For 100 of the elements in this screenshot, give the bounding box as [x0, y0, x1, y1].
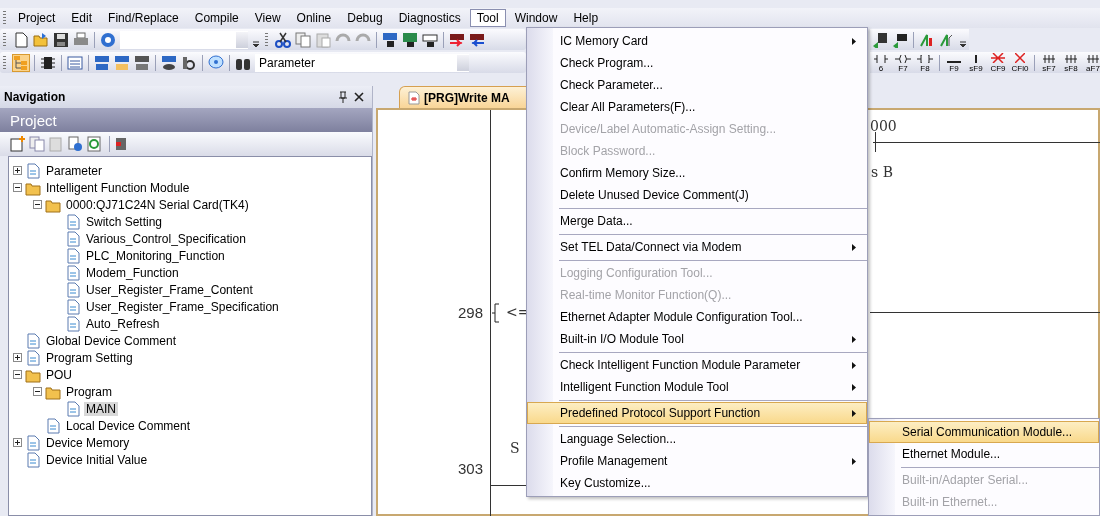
menu-item[interactable]: Debug — [340, 9, 390, 27]
menu-item[interactable]: Ethernet Module... — [869, 443, 1099, 465]
menu-item[interactable]: IC Memory Card — [527, 30, 867, 52]
tree-item[interactable]: Local Device Comment — [9, 417, 371, 434]
menu-item[interactable]: Find/Replace — [101, 9, 186, 27]
menu-item[interactable]: Project — [11, 9, 63, 27]
document-icon — [65, 213, 81, 230]
collapse-toggle-icon[interactable] — [13, 183, 22, 192]
save-icon[interactable] — [53, 31, 69, 48]
tree-item[interactable]: Program — [9, 383, 371, 400]
menu-item[interactable]: Confirm Memory Size... — [527, 162, 867, 184]
collapse-toggle-icon[interactable] — [13, 370, 22, 379]
menu-item[interactable]: Compile — [187, 9, 246, 27]
read-from-plc-icon[interactable] — [469, 31, 485, 48]
menu-item[interactable]: Diagnostics — [391, 9, 468, 27]
ladder-symbol-icon[interactable] — [947, 60, 961, 63]
menu-item[interactable]: Key Customize... — [527, 472, 867, 494]
document-icon — [25, 349, 41, 366]
property-icon[interactable] — [67, 136, 83, 152]
tree-item[interactable]: Switch Setting — [9, 213, 371, 230]
menu-item[interactable]: Intelligent Function Module Tool — [527, 376, 867, 398]
document-icon — [25, 162, 41, 179]
ladder-symbol-icon[interactable] — [1087, 54, 1099, 63]
key-label: sF7 — [1042, 64, 1056, 73]
section-title: Project — [10, 111, 57, 129]
ladder-symbol-icon[interactable] — [895, 54, 911, 63]
tree-item[interactable]: Auto_Refresh — [9, 315, 371, 332]
menu-item[interactable]: Predefined Protocol Support Function — [527, 402, 867, 424]
ladder-symbol-icon[interactable] — [1043, 54, 1055, 63]
tree-item[interactable]: Modem_Function — [9, 264, 371, 281]
menu-item[interactable]: Ethernet Adapter Module Configuration Tool... — [527, 306, 867, 328]
tree-item[interactable]: 0000:QJ71C24N Serial Card(TK4) — [9, 196, 371, 213]
refresh-icon[interactable] — [86, 136, 102, 152]
document-icon — [65, 247, 81, 264]
tree-item[interactable]: Device Memory — [9, 434, 371, 451]
device-list-icon[interactable] — [114, 54, 130, 71]
ladder-symbol-icon[interactable] — [1065, 54, 1077, 63]
chip-icon[interactable] — [40, 54, 56, 71]
step-number: 303 — [456, 460, 483, 477]
menu-item[interactable]: Delete Unused Device Comment(J) — [527, 184, 867, 206]
tree-item[interactable]: Global Device Comment — [9, 332, 371, 349]
menu-item[interactable]: Merge Data... — [527, 210, 867, 232]
tree-item[interactable]: Parameter — [9, 162, 371, 179]
menu-item[interactable]: Language Selection... — [527, 428, 867, 450]
tree-item[interactable]: Device Initial Value — [9, 451, 371, 468]
watch-icon[interactable] — [161, 54, 177, 71]
key-label: 6 — [878, 64, 884, 73]
expand-toggle-icon[interactable] — [13, 353, 22, 362]
device-network-icon[interactable] — [134, 54, 150, 71]
new-item-icon[interactable] — [10, 136, 26, 152]
menu-item[interactable]: View — [247, 9, 288, 27]
menu-item[interactable]: Set TEL Data/Connect via Modem — [527, 236, 867, 258]
device-compare-icon[interactable] — [422, 31, 438, 48]
expand-toggle-icon[interactable] — [13, 166, 22, 175]
menu-item[interactable]: Online — [289, 9, 339, 27]
collapse-toggle-icon[interactable] — [33, 387, 42, 396]
write-to-plc-icon[interactable] — [449, 31, 465, 48]
pin-icon[interactable] — [338, 91, 348, 103]
tree-item[interactable]: POU — [9, 366, 371, 383]
device-monitor-icon[interactable] — [402, 31, 418, 48]
tree-item[interactable]: Various_Control_Specification — [9, 230, 371, 247]
cut-icon[interactable] — [275, 31, 291, 48]
key-label: F8 — [920, 64, 930, 73]
tree-item[interactable]: PLC_Monitoring_Function — [9, 247, 371, 264]
submenu-arrow-icon — [852, 383, 856, 391]
menu-item[interactable]: Check Program... — [527, 52, 867, 74]
new-document-icon[interactable] — [13, 31, 29, 48]
expand-toggle-icon[interactable] — [13, 438, 22, 447]
document-icon — [65, 230, 81, 247]
submenu-arrow-icon — [852, 457, 856, 465]
menu-item[interactable]: Serial Communication Module... — [869, 421, 1099, 443]
document-icon — [25, 332, 41, 349]
open-folder-icon[interactable] — [33, 31, 49, 48]
menu-item[interactable]: Edit — [64, 9, 100, 27]
submenu-arrow-icon — [852, 243, 856, 251]
menu-item[interactable]: Tool — [469, 9, 506, 27]
menu-item[interactable]: Check Parameter... — [527, 74, 867, 96]
document-icon — [65, 315, 81, 332]
tree-item[interactable]: User_Register_Frame_Content — [9, 281, 371, 298]
menu-item[interactable]: Profile Management — [527, 450, 867, 472]
menu-item[interactable]: Help — [566, 9, 606, 27]
menu-item[interactable]: Clear All Parameters(F)... — [527, 96, 867, 118]
tree-item[interactable]: Program Setting — [9, 349, 371, 366]
device-batch-icon[interactable] — [94, 54, 110, 71]
document-icon — [65, 264, 81, 281]
menu-item[interactable]: Window — [507, 9, 565, 27]
device-search-icon[interactable] — [382, 31, 398, 48]
editor-tab[interactable]: [PRG]Write MA — [399, 86, 529, 108]
tree-item[interactable]: Intelligent Function Module — [9, 179, 371, 196]
collapse-toggle-icon[interactable] — [33, 200, 42, 209]
menu-item[interactable]: Check Intelligent Function Module Parameter — [527, 354, 867, 376]
list-window-icon[interactable] — [67, 54, 83, 71]
tree-item[interactable]: MAIN — [9, 400, 371, 417]
close-icon[interactable] — [354, 92, 364, 102]
search-combo[interactable]: Parameter — [255, 53, 469, 72]
ladder-text: s B — [871, 164, 893, 180]
ladder-symbol-icon[interactable] — [874, 54, 888, 63]
ladder-symbol-icon[interactable] — [917, 54, 933, 63]
menu-item[interactable]: Built-in I/O Module Tool — [527, 328, 867, 350]
tree-item[interactable]: User_Register_Frame_Specification — [9, 298, 371, 315]
